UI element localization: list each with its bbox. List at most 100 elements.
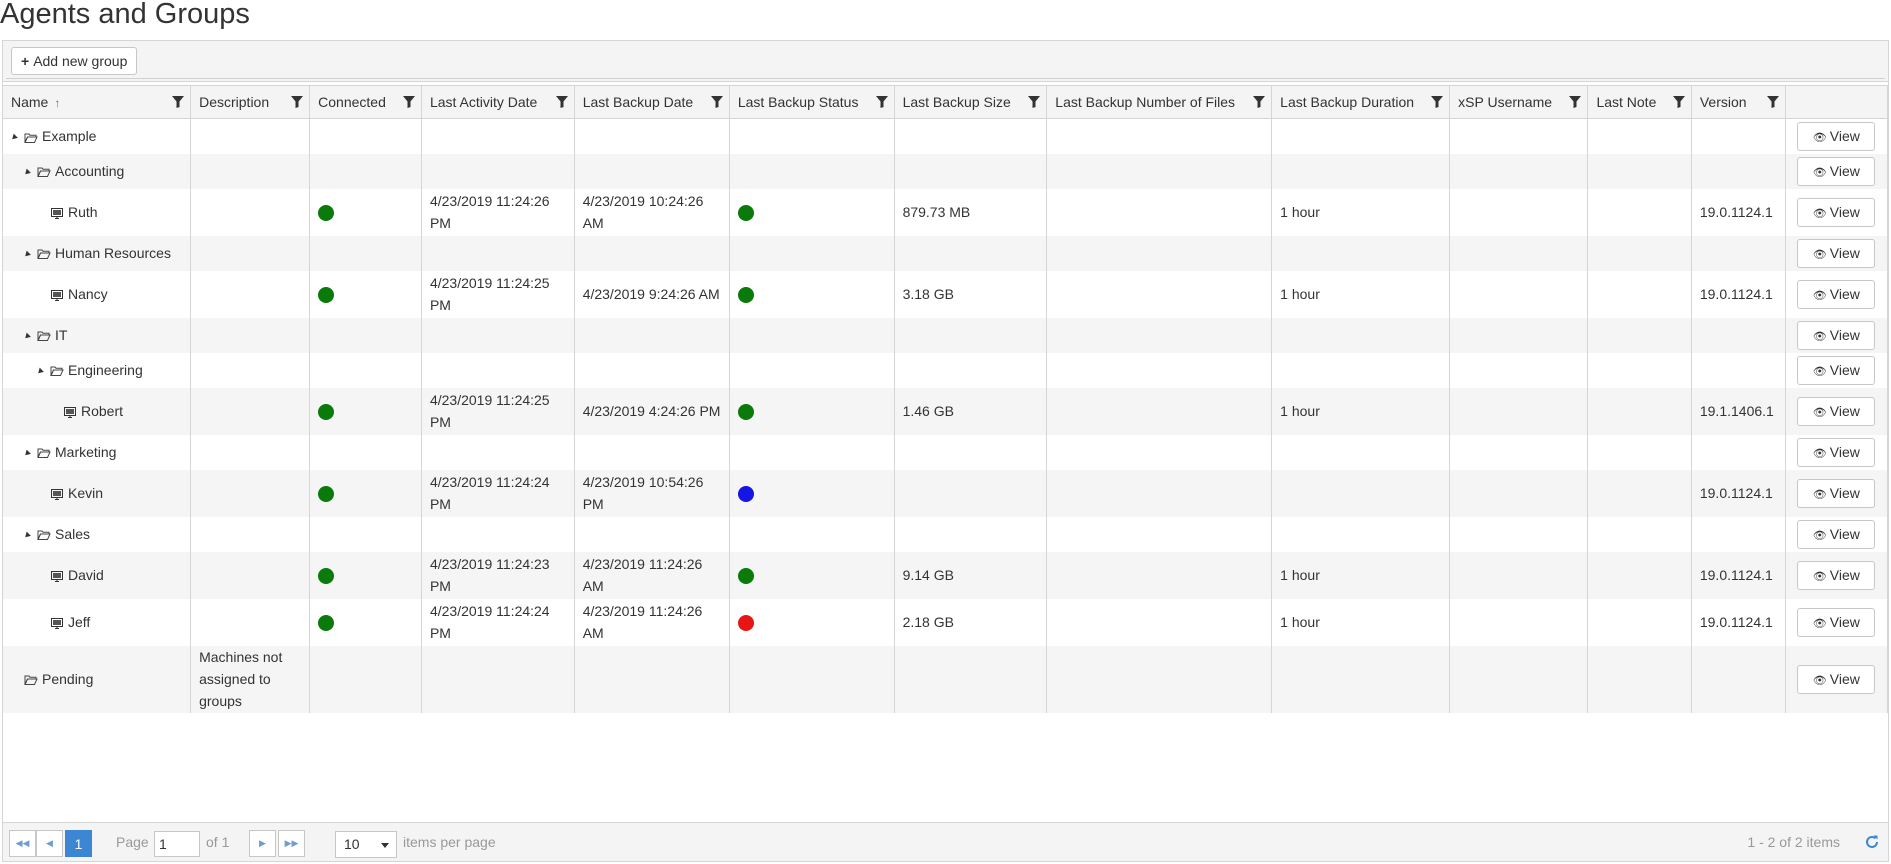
last-note-cell [1587,352,1692,388]
last-backup-duration-cell: 1 hour [1271,551,1451,599]
column-header-name[interactable]: Name ↑ [3,85,192,119]
filter-icon[interactable] [171,95,185,109]
pager-info: 1 - 2 of 2 items [1747,834,1840,850]
filter-icon[interactable] [1027,95,1041,109]
filter-icon[interactable] [402,95,416,109]
view-button[interactable]: 👁 View [1797,121,1876,151]
filter-icon[interactable] [1430,95,1444,109]
group-name[interactable]: Pending [42,671,93,687]
computer-icon [64,406,76,418]
view-button[interactable]: 👁 View [1797,279,1876,309]
collapse-caret-icon[interactable] [36,367,44,376]
group-name[interactable]: Engineering [68,362,143,378]
collapse-caret-icon[interactable] [23,449,31,458]
folder-open-icon [37,448,51,459]
view-button[interactable]: 👁 View [1797,238,1876,268]
column-header-last-backup-size[interactable]: Last Backup Size [894,85,1048,119]
view-button[interactable]: 👁 View [1797,478,1876,508]
name-cell: Robert [3,387,192,435]
chevron-down-icon [381,843,389,848]
last-backup-status-cell [729,317,895,353]
description-cell [190,434,311,470]
agent-name[interactable]: Nancy [68,286,108,302]
view-button[interactable]: 👁 View [1797,396,1876,426]
filter-icon[interactable] [710,95,724,109]
group-name[interactable]: Accounting [55,163,124,179]
items-per-page-label: items per page [403,834,496,850]
last-backup-date-cell [574,645,730,713]
group-name[interactable]: IT [55,327,67,343]
collapse-caret-icon[interactable] [23,168,31,177]
group-name[interactable]: Marketing [55,444,116,460]
collapse-caret-icon[interactable] [10,133,18,142]
last-page-button[interactable]: ▶▶ [278,830,305,857]
last-backup-size-cell: 879.73 MB [894,188,1048,236]
column-header-last-backup-number-of-files[interactable]: Last Backup Number of Files [1046,85,1273,119]
collapse-caret-icon[interactable] [23,531,31,540]
agent-name[interactable]: Kevin [68,485,103,501]
xsp-username-cell [1449,387,1589,435]
last-backup-date-cell: 4/23/2019 9:24:26 AM [574,270,730,318]
eye-icon: 👁 [1812,331,1827,343]
computer-icon [51,488,63,500]
previous-page-button[interactable]: ◀ [36,830,63,857]
last-backup-date-cell [574,317,730,353]
collapse-caret-icon[interactable] [23,332,31,341]
table-row: Human Resources 👁 View [3,235,1888,271]
view-button[interactable]: 👁 View [1797,607,1876,637]
group-name[interactable]: Sales [55,526,90,542]
connected-cell [309,598,422,646]
eye-icon: 👁 [1812,675,1827,687]
column-header-version[interactable]: Version [1691,85,1786,119]
refresh-icon[interactable] [1864,834,1880,850]
view-button[interactable]: 👁 View [1797,156,1876,186]
column-header-last-backup-duration[interactable]: Last Backup Duration [1271,85,1451,119]
last-backup-size-cell [894,469,1048,517]
agent-name[interactable]: Jeff [68,614,90,630]
view-button[interactable]: 👁 View [1797,197,1876,227]
current-page-button[interactable]: 1 [65,830,92,857]
last-note-cell [1587,317,1692,353]
filter-icon[interactable] [1568,95,1582,109]
group-name[interactable]: Human Resources [55,245,171,261]
view-button[interactable]: 👁 View [1797,519,1876,549]
filter-icon[interactable] [1252,95,1266,109]
filter-icon[interactable] [875,95,889,109]
connected-status-dot [318,486,335,503]
filter-icon[interactable] [290,95,304,109]
xsp-username-cell [1449,434,1589,470]
column-header-last-note[interactable]: Last Note [1587,85,1692,119]
filter-icon[interactable] [555,95,569,109]
view-button[interactable]: 👁 View [1797,320,1876,350]
view-button[interactable]: 👁 View [1797,664,1876,694]
column-header-description[interactable]: Description [190,85,311,119]
column-header-connected[interactable]: Connected [309,85,422,119]
last-page-icon: ▶▶ [284,838,299,848]
view-button[interactable]: 👁 View [1797,355,1876,385]
column-header-last-activity-date[interactable]: Last Activity Date [421,85,575,119]
add-new-group-button[interactable]: + Add new group [11,47,138,75]
filter-icon[interactable] [1766,95,1780,109]
group-name[interactable]: Example [42,128,96,144]
last-backup-size-cell [894,516,1048,552]
description-cell [190,516,311,552]
agent-name[interactable]: Ruth [68,204,98,220]
view-button[interactable]: 👁 View [1797,437,1876,467]
actions-cell: 👁 View [1785,118,1888,154]
agent-name[interactable]: David [68,567,104,583]
column-header-last-backup-date[interactable]: Last Backup Date [574,85,730,119]
next-page-button[interactable]: ▶ [249,830,276,857]
last-backup-date-cell: 4/23/2019 11:24:26 AM [574,551,730,599]
column-header-xsp-username[interactable]: xSP Username [1449,85,1589,119]
page-number-input[interactable]: 1 [154,831,200,857]
actions-cell: 👁 View [1785,188,1888,236]
collapse-caret-icon[interactable] [23,250,31,259]
agent-name[interactable]: Robert [81,403,123,419]
column-header-last-backup-status[interactable]: Last Backup Status [729,85,895,119]
first-page-button[interactable]: ◀◀ [9,830,36,857]
last-backup-files-cell [1046,469,1273,517]
filter-icon[interactable] [1672,95,1686,109]
version-cell [1691,516,1786,552]
view-button[interactable]: 👁 View [1797,560,1876,590]
page-size-select[interactable]: 10 [335,831,397,858]
